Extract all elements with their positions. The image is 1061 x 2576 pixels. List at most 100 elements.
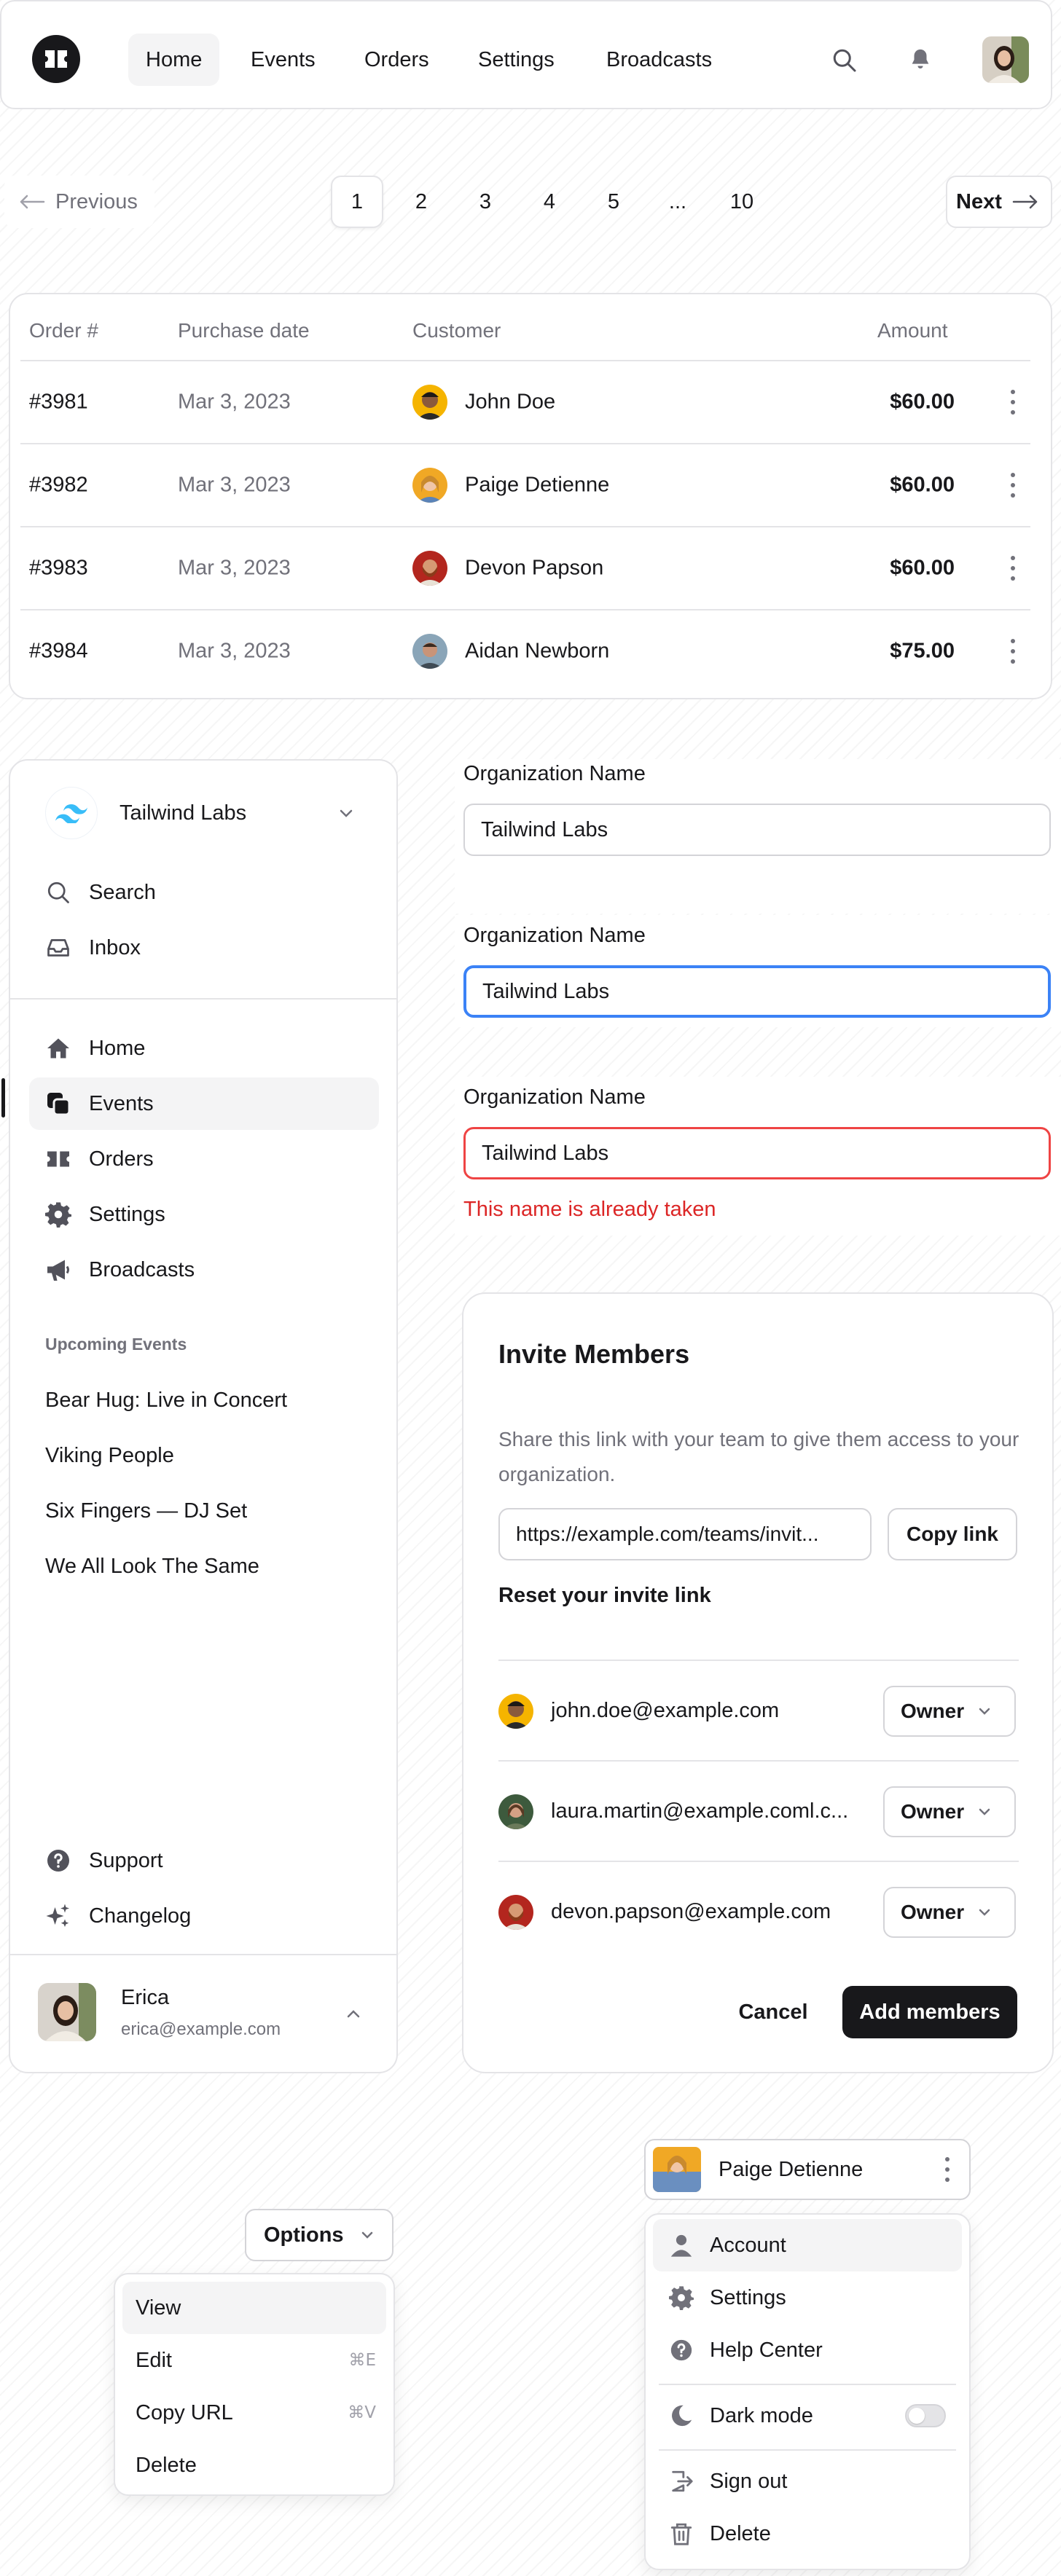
menu-item-delete[interactable]: Delete xyxy=(122,2439,386,2491)
search-icon[interactable] xyxy=(831,47,857,73)
role-label: Owner xyxy=(901,1700,965,1722)
purchase-date: Mar 3, 2023 xyxy=(178,473,291,497)
menu-item-delete[interactable]: Delete xyxy=(653,2508,962,2560)
role-select[interactable]: Owner xyxy=(883,1887,1016,1938)
chevron-up-icon[interactable] xyxy=(345,2009,361,2019)
organization-name-label: Organization Name xyxy=(463,924,646,947)
top-navbar: Home Events Orders Settings Broadcasts xyxy=(0,0,1052,109)
options-button[interactable]: Options xyxy=(245,2209,394,2261)
dark-mode-toggle[interactable] xyxy=(905,2404,946,2427)
role-label: Owner xyxy=(901,1901,965,1923)
sidebar-item-broadcasts[interactable]: Broadcasts xyxy=(29,1244,379,1296)
member-divider xyxy=(498,1861,1019,1862)
page-10[interactable]: 10 xyxy=(716,176,768,228)
more-options-icon[interactable] xyxy=(1010,473,1016,498)
next-label: Next xyxy=(956,189,1002,213)
role-select[interactable]: Owner xyxy=(883,1786,1016,1837)
more-options-icon[interactable] xyxy=(1010,556,1016,581)
sidebar-item-orders[interactable]: Orders xyxy=(29,1133,379,1185)
moon-icon xyxy=(669,2403,694,2428)
role-label: Owner xyxy=(901,1800,965,1823)
reset-invite-link[interactable]: Reset your invite link xyxy=(498,1584,711,1608)
app-logo[interactable] xyxy=(32,35,80,83)
event-link[interactable]: Viking People xyxy=(45,1444,174,1468)
user-avatar[interactable] xyxy=(982,36,1029,83)
nav-events[interactable]: Events xyxy=(233,34,333,86)
page-4[interactable]: 4 xyxy=(523,176,576,228)
table-row[interactable]: #3984 Mar 3, 2023 Aidan Newborn $75.00 xyxy=(20,609,1030,692)
page-2[interactable]: 2 xyxy=(395,176,447,228)
sidebar-item-label: Support xyxy=(89,1848,163,1872)
organization-name-input[interactable] xyxy=(463,804,1051,856)
header-customer: Customer xyxy=(412,319,501,342)
nav-home[interactable]: Home xyxy=(128,34,220,86)
table-row[interactable]: #3981 Mar 3, 2023 John Doe $60.00 xyxy=(20,360,1030,443)
user-menu-name: Paige Detienne xyxy=(719,2157,864,2181)
user-menu-button[interactable]: Paige Detienne xyxy=(644,2139,971,2200)
menu-item-settings[interactable]: Settings xyxy=(653,2271,962,2324)
sidebar-item-home[interactable]: Home xyxy=(29,1022,379,1075)
customer-name: John Doe xyxy=(465,390,556,414)
sidebar-item-label: Broadcasts xyxy=(89,1257,195,1281)
order-amount: $60.00 xyxy=(890,390,955,414)
megaphone-icon xyxy=(45,1257,71,1283)
menu-item-view[interactable]: View xyxy=(122,2282,386,2334)
sidebar-item-settings[interactable]: Settings xyxy=(29,1188,379,1241)
menu-divider xyxy=(659,2449,956,2451)
user-email: erica@example.com xyxy=(121,2019,281,2039)
tailwind-logo-icon xyxy=(45,787,98,839)
event-link[interactable]: Six Fingers — DJ Set xyxy=(45,1499,247,1523)
add-members-button[interactable]: Add members xyxy=(842,1986,1017,2038)
member-avatar xyxy=(498,1895,533,1930)
nav-broadcasts[interactable]: Broadcasts xyxy=(589,34,729,86)
sidebar-item-support[interactable]: Support xyxy=(29,1834,379,1887)
menu-item-account[interactable]: Account xyxy=(653,2219,962,2271)
page-3[interactable]: 3 xyxy=(459,176,512,228)
sidebar-item-events[interactable]: Events xyxy=(29,1077,379,1130)
sidebar-item-inbox[interactable]: Inbox xyxy=(29,922,379,974)
sidebar-item-changelog[interactable]: Changelog xyxy=(29,1890,379,1942)
next-button[interactable]: Next xyxy=(946,176,1052,228)
role-select[interactable]: Owner xyxy=(883,1686,1016,1737)
menu-item-label: Settings xyxy=(710,2285,786,2309)
member-divider xyxy=(498,1760,1019,1762)
invite-link-field[interactable]: https://example.com/teams/invit... xyxy=(498,1508,872,1560)
more-options-icon[interactable] xyxy=(1010,639,1016,664)
purchase-date: Mar 3, 2023 xyxy=(178,639,291,663)
event-link[interactable]: Bear Hug: Live in Concert xyxy=(45,1389,287,1413)
page-1[interactable]: 1 xyxy=(331,176,383,228)
chevron-down-icon xyxy=(977,1807,992,1816)
user-avatar[interactable] xyxy=(38,1983,96,2041)
previous-button[interactable]: Previous xyxy=(4,176,154,228)
menu-item-copy-url[interactable]: Copy URL ⌘V xyxy=(122,2387,386,2439)
more-options-icon xyxy=(944,2157,950,2182)
table-row[interactable]: #3982 Mar 3, 2023 Paige Detienne $60.00 xyxy=(20,443,1030,526)
order-amount: $60.00 xyxy=(890,556,955,580)
order-amount: $60.00 xyxy=(890,473,955,497)
header-order: Order # xyxy=(29,319,98,342)
inbox-icon xyxy=(45,935,71,961)
organization-name-input-focused[interactable] xyxy=(463,965,1051,1018)
more-options-icon[interactable] xyxy=(1010,390,1016,415)
team-switcher[interactable]: Tailwind Labs xyxy=(29,787,379,839)
page-5[interactable]: 5 xyxy=(587,176,640,228)
copy-link-button[interactable]: Copy link xyxy=(888,1508,1017,1560)
purchase-date: Mar 3, 2023 xyxy=(178,556,291,580)
customer-avatar xyxy=(412,468,447,503)
menu-item-dark-mode[interactable]: Dark mode xyxy=(653,2390,962,2442)
sidebar-item-label: Inbox xyxy=(89,935,141,959)
sidebar-item-search[interactable]: Search xyxy=(29,866,379,919)
menu-item-sign-out[interactable]: Sign out xyxy=(653,2455,962,2508)
organization-name-input-error[interactable] xyxy=(463,1127,1051,1179)
menu-item-edit[interactable]: Edit ⌘E xyxy=(122,2334,386,2387)
nav-orders[interactable]: Orders xyxy=(347,34,447,86)
cancel-button[interactable]: Cancel xyxy=(721,1986,825,2038)
chevron-down-icon xyxy=(977,1707,992,1716)
order-number: #3982 xyxy=(29,473,88,497)
chevron-down-icon xyxy=(360,2231,375,2239)
event-link[interactable]: We All Look The Same xyxy=(45,1555,259,1579)
bell-icon[interactable] xyxy=(908,47,933,73)
nav-settings[interactable]: Settings xyxy=(461,34,572,86)
table-row[interactable]: #3983 Mar 3, 2023 Devon Papson $60.00 xyxy=(20,526,1030,609)
menu-item-help-center[interactable]: Help Center xyxy=(653,2324,962,2376)
